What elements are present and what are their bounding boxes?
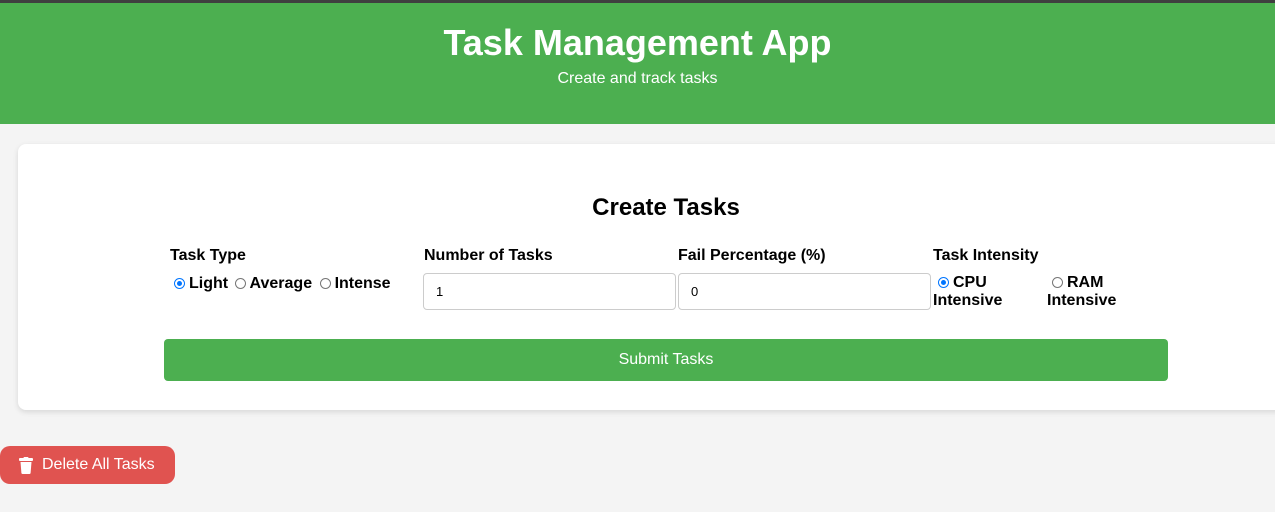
task-type-option-light[interactable]: Light bbox=[174, 275, 228, 292]
option-label-light: Light bbox=[189, 275, 229, 292]
task-type-radio-group: Light Average Intense bbox=[174, 274, 391, 294]
app-title: Task Management App bbox=[443, 22, 832, 63]
trash-icon bbox=[19, 457, 33, 474]
radio-intense[interactable] bbox=[319, 278, 331, 289]
task-type-option-intense[interactable]: Intense bbox=[317, 275, 391, 292]
task-intensity-option-cpu[interactable]: CPU Intensive bbox=[933, 274, 1002, 310]
radio-average[interactable] bbox=[234, 278, 246, 289]
delete-all-tasks-button[interactable]: Delete All Tasks bbox=[0, 446, 175, 484]
app-header: Task Management App Create and track tas… bbox=[0, 3, 1275, 124]
task-type-option-average[interactable]: Average bbox=[233, 275, 313, 292]
create-tasks-heading: Create Tasks bbox=[592, 194, 740, 221]
cpu-label-line2: Intensive bbox=[933, 292, 1003, 309]
task-intensity-label: Task Intensity bbox=[933, 247, 1039, 264]
radio-light[interactable] bbox=[174, 278, 185, 289]
cpu-label-line1: CPU bbox=[953, 274, 987, 291]
radio-cpu-intensive[interactable] bbox=[938, 277, 949, 288]
number-of-tasks-label: Number of Tasks bbox=[424, 247, 553, 264]
option-label-average: Average bbox=[249, 275, 313, 292]
radio-ram-intensive[interactable] bbox=[1052, 277, 1063, 288]
ram-label-line1: RAM bbox=[1067, 274, 1104, 291]
app-subtitle: Create and track tasks bbox=[557, 70, 718, 87]
fail-percentage-label: Fail Percentage (%) bbox=[678, 247, 826, 264]
submit-tasks-button[interactable]: Submit Tasks bbox=[164, 339, 1168, 381]
task-type-label: Task Type bbox=[170, 247, 246, 264]
option-label-intense: Intense bbox=[334, 275, 391, 292]
task-intensity-option-ram[interactable]: RAM Intensive bbox=[1047, 274, 1116, 310]
delete-all-tasks-label: Delete All Tasks bbox=[42, 456, 155, 473]
ram-label-line2: Intensive bbox=[1047, 292, 1117, 309]
fail-percentage-input[interactable]: 0 bbox=[678, 273, 931, 310]
number-of-tasks-input[interactable]: 1 bbox=[423, 273, 676, 310]
